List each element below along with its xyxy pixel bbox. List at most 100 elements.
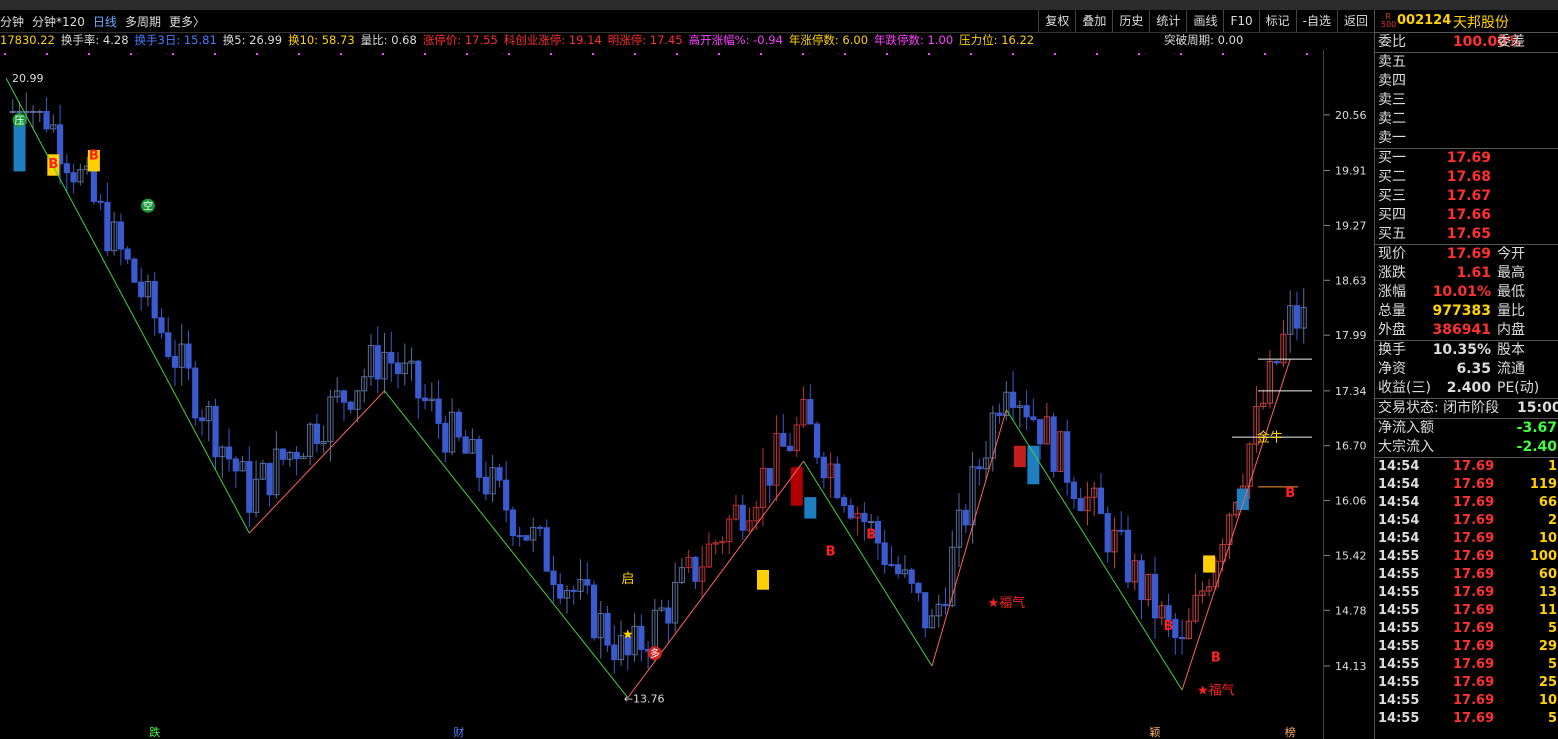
buy-level-1[interactable]: 买一 17.69 — [1375, 149, 1558, 168]
candle-body — [340, 390, 348, 403]
candle-body — [388, 351, 395, 364]
tick-time: 14:55 — [1378, 549, 1420, 564]
ref-dot — [1306, 53, 1308, 55]
candle-body — [496, 467, 503, 481]
tick-time: 14:55 — [1378, 567, 1420, 582]
ref-dot — [382, 53, 384, 55]
stat-row-3-label: 总量 — [1378, 303, 1406, 319]
tick-volume: 10 — [1538, 693, 1557, 708]
buy-price: 17.68 — [1446, 169, 1491, 185]
price-axis-label: 19.27 — [1335, 219, 1367, 232]
tick-row: 14:54 17.69 119 — [1375, 476, 1558, 494]
candle-body — [1050, 416, 1057, 472]
market-logo-icon: R 500 — [1381, 12, 1397, 29]
price-axis-label: 14.78 — [1335, 604, 1367, 617]
buy-level-5[interactable]: 买五 17.65 — [1375, 225, 1558, 244]
kline-chart[interactable]: 20.56 19.91 19.27 18.63 17.99 17.34 16.70 16.06… — [0, 50, 1374, 739]
candle-body — [942, 603, 949, 607]
period-tab-3[interactable]: 多周期 — [125, 15, 161, 29]
flow-label: 大宗流入 — [1378, 439, 1434, 455]
highlight-candle — [804, 497, 817, 519]
tick-price: 17.69 — [1453, 513, 1495, 528]
toolbar-button-4[interactable]: 画线 — [1186, 10, 1223, 32]
period-tab-4[interactable]: 更多〉 — [169, 15, 205, 29]
sell-level-2[interactable]: 卖二 — [1375, 110, 1558, 129]
sell-level-5[interactable]: 卖五 — [1375, 53, 1558, 72]
tick-volume: 60 — [1538, 567, 1557, 582]
stock-code[interactable]: 002124 — [1397, 13, 1451, 28]
stock-name[interactable]: 天邦股份 — [1453, 12, 1509, 32]
tick-volume: 5 — [1547, 621, 1557, 636]
tick-time: 14:54 — [1378, 531, 1420, 546]
buy-price: 17.67 — [1446, 188, 1491, 204]
highlight-candle — [1027, 445, 1040, 485]
tick-row: 14:55 17.69 10 — [1375, 692, 1558, 710]
fundamental-stats: 换手 10.35% 股本 净资 6.35 流通 收益(三) 2.400 PE(动) — [1375, 341, 1558, 399]
stat-row-4: 外盘 386941 内盘 — [1375, 321, 1558, 340]
tick-row: 14:55 17.69 100 — [1375, 548, 1558, 566]
candle-body — [280, 448, 287, 460]
ref-dot — [130, 53, 132, 55]
sell-level-3[interactable]: 卖三 — [1375, 91, 1558, 110]
tick-time: 14:55 — [1378, 693, 1420, 708]
zigzag-segment — [1005, 409, 1183, 691]
indicator-value-4: 换10: 58.73 — [288, 33, 355, 47]
period-tab-0[interactable]: 分钟 — [0, 15, 24, 29]
tick-time: 14:55 — [1378, 711, 1420, 726]
sell-level-1[interactable]: 卖一 — [1375, 129, 1558, 148]
period-tab-1[interactable]: 分钟*120 — [32, 15, 85, 29]
candle-body — [1077, 498, 1084, 512]
toolbar-button-1[interactable]: 叠加 — [1075, 10, 1112, 32]
candle-body — [1064, 431, 1071, 483]
signal-label: 空 — [143, 200, 153, 213]
zigzag-segment — [384, 390, 629, 699]
zigzag-segment — [248, 390, 385, 534]
candle-body — [638, 625, 645, 650]
ref-dot — [760, 53, 762, 55]
toolbar-button-2[interactable]: 历史 — [1112, 10, 1149, 32]
candle-body — [590, 584, 598, 639]
stat-row-0-label: 现价 — [1378, 246, 1406, 262]
tick-row: 14:54 17.69 66 — [1375, 494, 1558, 512]
candle-body — [63, 163, 70, 174]
fund-row-1-label: 净资 — [1378, 361, 1406, 377]
candle-body — [692, 556, 699, 582]
stat-row-0-right-label: 今开 — [1497, 246, 1525, 262]
period-tab-2[interactable]: 日线 — [93, 15, 117, 29]
sell-level-4[interactable]: 卖四 — [1375, 72, 1558, 91]
toolbar-button-7[interactable]: -自选 — [1295, 10, 1337, 32]
indicator-value-0: 17830.22 — [0, 33, 55, 47]
buy-level-2[interactable]: 买二 17.68 — [1375, 168, 1558, 187]
ref-dot — [1264, 53, 1266, 55]
toolbar-button-6[interactable]: 标记 — [1258, 10, 1296, 32]
tick-list[interactable]: 14:54 17.69 1 14:54 17.69 119 14:54 17.69 66 14:5… — [1375, 458, 1558, 728]
stat-row-0: 现价 17.69 今开 — [1375, 245, 1558, 264]
ref-dot — [970, 53, 972, 55]
candle-body — [97, 200, 104, 203]
candle-body — [604, 613, 611, 646]
stat-row-3-value: 977383 — [1432, 303, 1491, 319]
flow-label: 净流入额 — [1378, 420, 1434, 436]
low-price-label: ←13.76 — [624, 693, 665, 706]
ref-dot — [424, 53, 426, 55]
buy-label: 买三 — [1378, 188, 1406, 204]
candle-body — [881, 542, 888, 566]
bottom-marker-label: 跌 — [149, 725, 160, 739]
highlight-candle — [1013, 445, 1026, 468]
candle-body — [415, 360, 422, 399]
tick-price: 17.69 — [1453, 675, 1495, 690]
toolbar-button-8[interactable]: 返回 — [1336, 10, 1374, 32]
candle-body — [374, 345, 381, 380]
buy-level-4[interactable]: 买四 17.66 — [1375, 206, 1558, 225]
candle-body — [212, 406, 219, 458]
tick-row: 14:54 17.69 1 — [1375, 458, 1558, 476]
candle-body — [868, 521, 875, 524]
price-axis-label: 18.63 — [1335, 274, 1367, 287]
toolbar-button-5[interactable]: F10 — [1223, 10, 1258, 32]
candle-body — [996, 412, 1003, 416]
toolbar-button-3[interactable]: 统计 — [1149, 10, 1186, 32]
toolbar-button-0[interactable]: 复权 — [1038, 10, 1075, 32]
buy-level-3[interactable]: 买三 17.67 — [1375, 187, 1558, 206]
fund-row-2-right-label: PE(动) — [1497, 380, 1540, 396]
candle-body — [1009, 391, 1017, 408]
